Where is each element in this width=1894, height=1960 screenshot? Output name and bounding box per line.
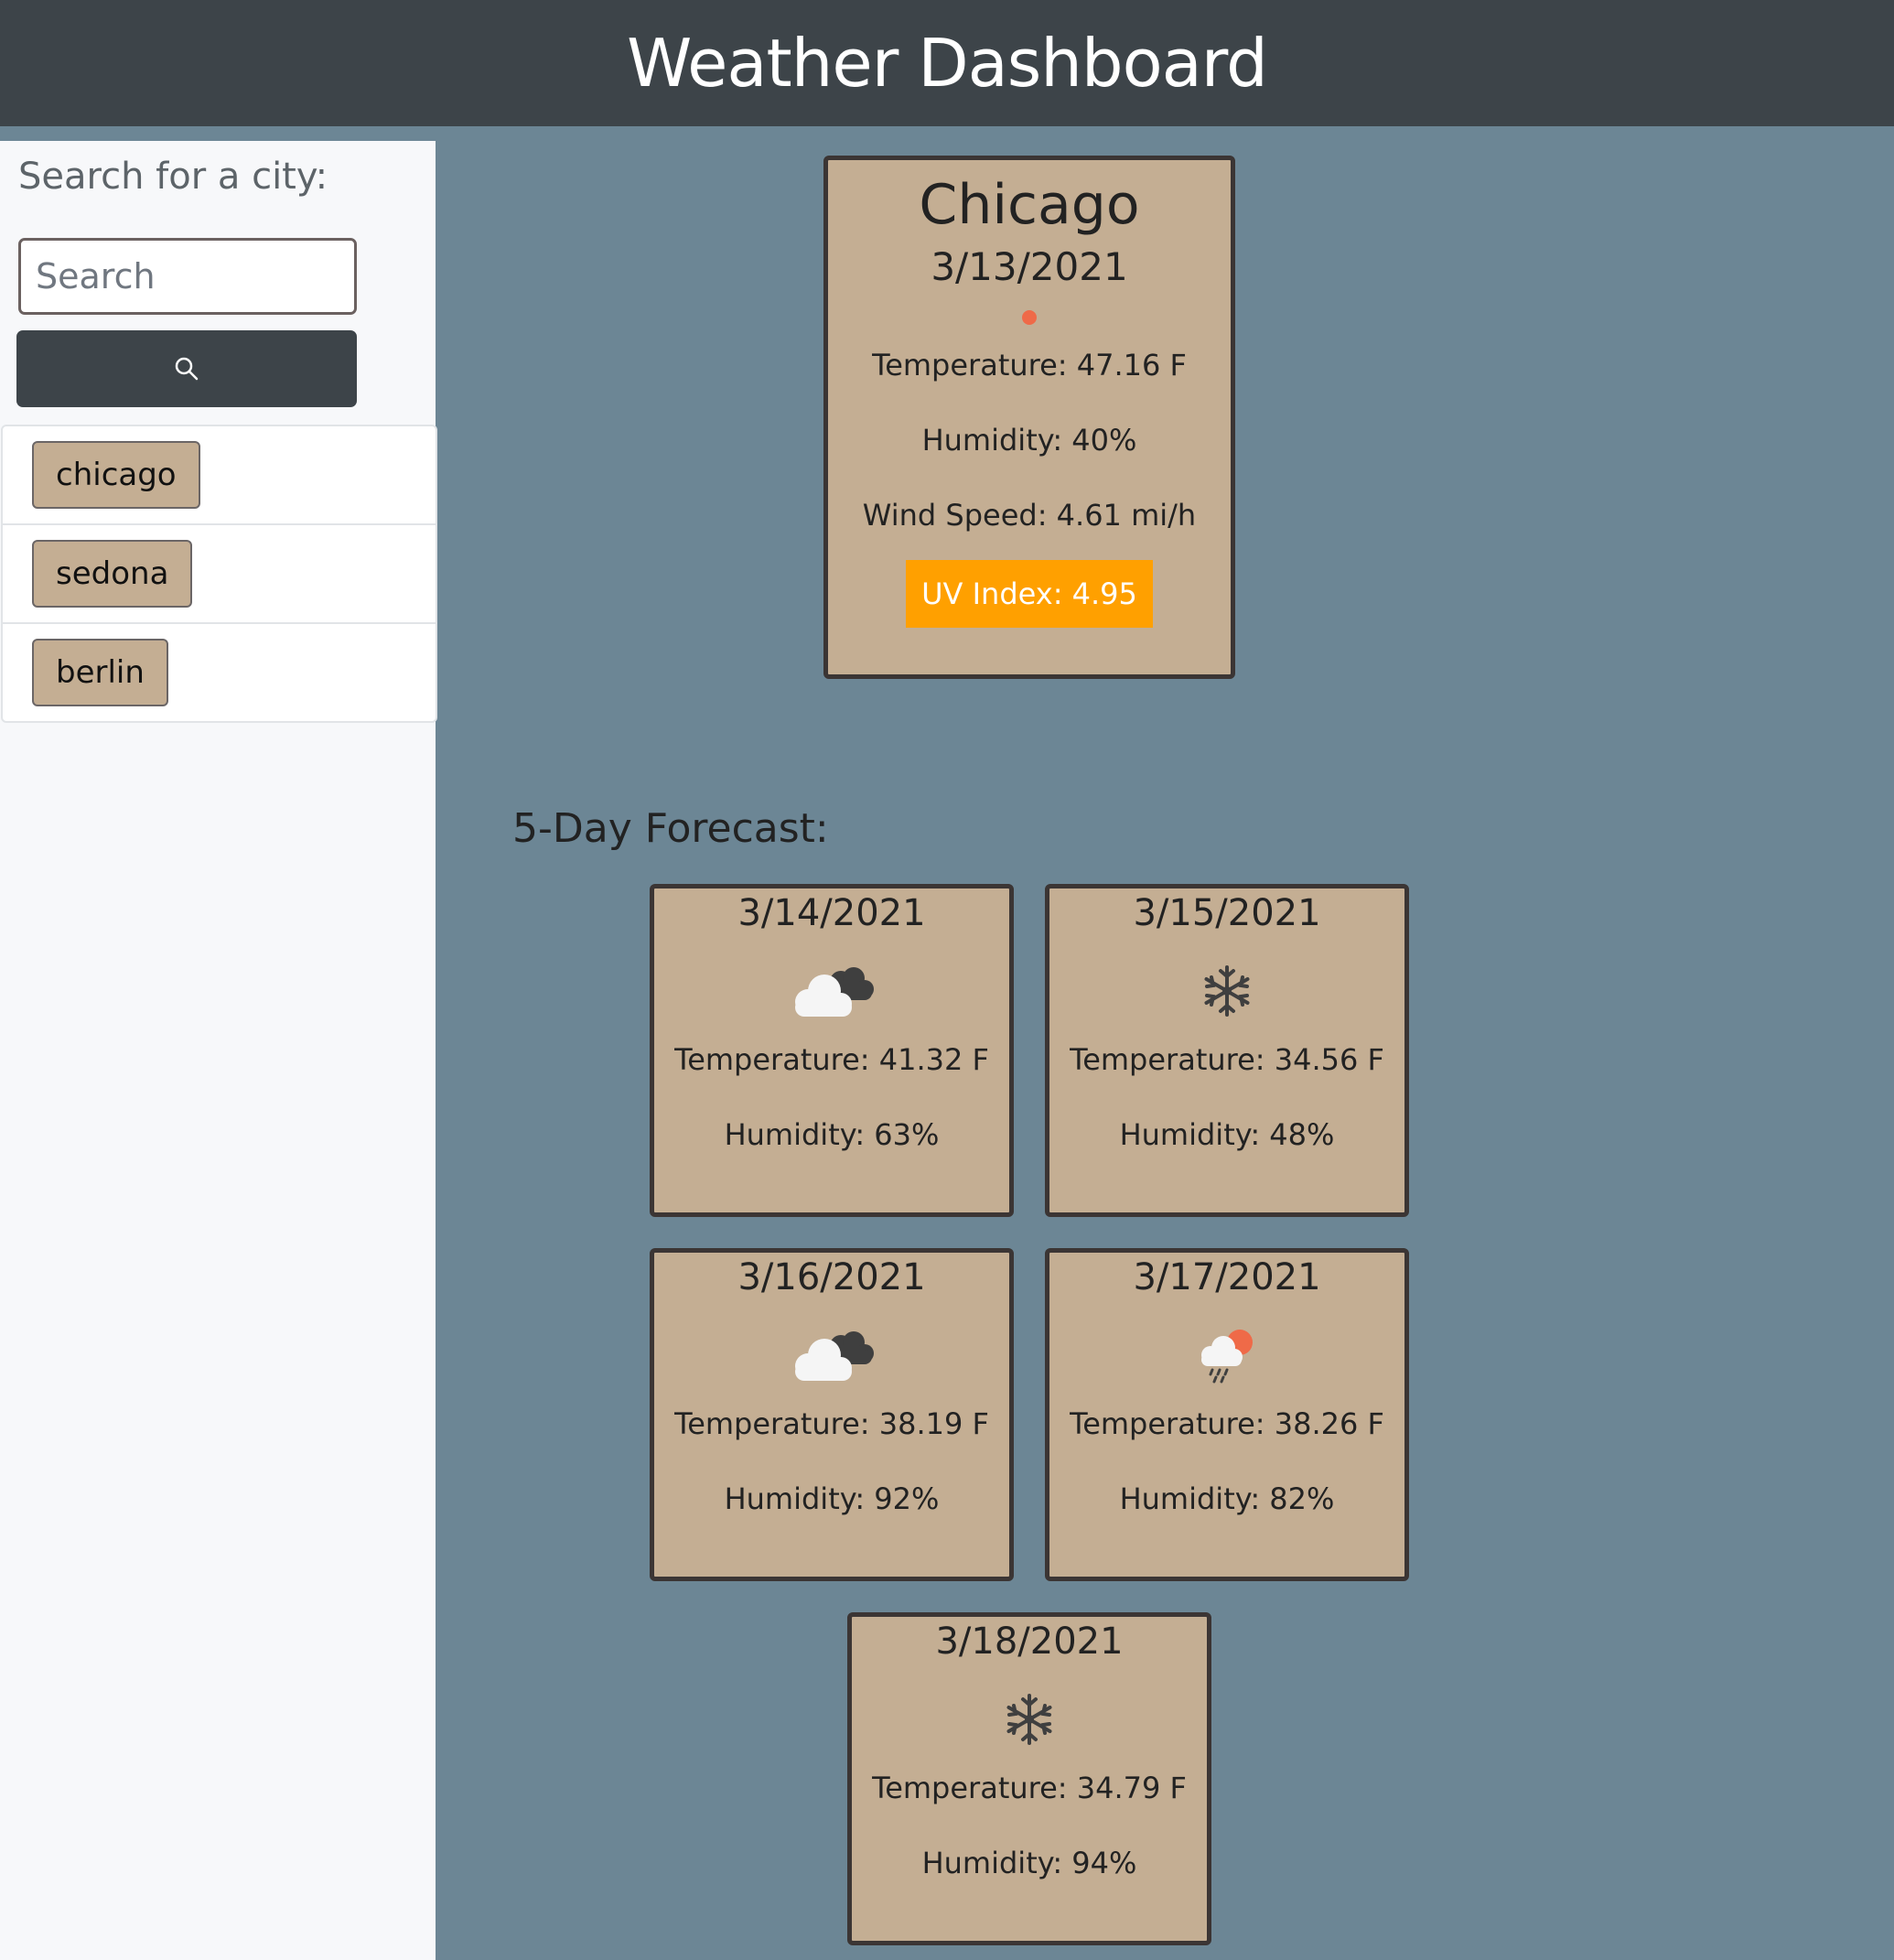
forecast-temperature: Temperature: 41.32 F	[674, 1042, 989, 1077]
city-name: Chicago	[919, 173, 1140, 237]
app-header: Weather Dashboard	[0, 0, 1894, 126]
forecast-card: 3/16/2021 Temperature: 38.19 F Humidity:…	[650, 1248, 1014, 1581]
search-input[interactable]	[18, 238, 357, 315]
forecast-card: 3/15/2021 Temperature: 34.56 F Humidity:…	[1045, 884, 1409, 1217]
search-history-list: chicago sedona berlin	[1, 425, 437, 723]
forecast-temperature: Temperature: 34.56 F	[1070, 1042, 1384, 1077]
search-label: Search for a city:	[18, 156, 328, 198]
history-city-button[interactable]: sedona	[32, 540, 193, 608]
forecast-card: 3/14/2021 Temperature: 41.32 F Humidity:…	[650, 884, 1014, 1217]
forecast-humidity: Humidity: 48%	[1119, 1117, 1335, 1152]
forecast-temperature: Temperature: 38.26 F	[1070, 1406, 1384, 1441]
snowflake-icon	[1204, 965, 1250, 1017]
broken-clouds-icon	[795, 1331, 874, 1381]
current-temperature: Temperature: 47.16 F	[872, 348, 1187, 382]
current-weather-card: Chicago 3/13/2021 Temperature: 47.16 F H…	[823, 156, 1235, 679]
forecast-humidity: Humidity: 92%	[724, 1481, 940, 1516]
history-city-button[interactable]: berlin	[32, 639, 168, 706]
sun-dot-icon	[1022, 310, 1037, 325]
forecast-date: 3/14/2021	[737, 892, 926, 934]
list-item: berlin	[3, 624, 436, 721]
current-wind-speed: Wind Speed: 4.61 mi/h	[862, 498, 1197, 533]
forecast-date: 3/15/2021	[1133, 892, 1321, 934]
uv-index-badge: UV Index: 4.95	[906, 560, 1153, 628]
snowflake-icon	[1006, 1694, 1052, 1745]
forecast-humidity: Humidity: 82%	[1119, 1481, 1335, 1516]
history-city-button[interactable]: chicago	[32, 441, 200, 509]
forecast-humidity: Humidity: 63%	[724, 1117, 940, 1152]
forecast-temperature: Temperature: 34.79 F	[872, 1771, 1187, 1805]
page-title: Weather Dashboard	[627, 25, 1268, 102]
forecast-date: 3/16/2021	[737, 1256, 926, 1298]
rain-sun-icon	[1201, 1330, 1253, 1384]
forecast-date: 3/17/2021	[1133, 1256, 1321, 1298]
forecast-card: 3/17/2021 Temperature: 38.26 F Humidity:…	[1045, 1248, 1409, 1581]
list-item: chicago	[3, 426, 436, 525]
sidebar: Search for a city: chicago sedona berlin	[0, 141, 437, 1960]
search-button[interactable]	[16, 330, 357, 407]
forecast-temperature: Temperature: 38.19 F	[674, 1406, 989, 1441]
current-date: 3/13/2021	[931, 244, 1128, 289]
forecast-date: 3/18/2021	[935, 1621, 1124, 1663]
list-item: sedona	[3, 525, 436, 624]
search-icon	[175, 357, 199, 381]
current-humidity: Humidity: 40%	[921, 423, 1137, 458]
broken-clouds-icon	[795, 967, 874, 1017]
forecast-title: 5-Day Forecast:	[512, 805, 829, 852]
forecast-humidity: Humidity: 94%	[921, 1846, 1137, 1880]
forecast-card: 3/18/2021 Temperature: 34.79 F Humidity:…	[847, 1612, 1211, 1945]
